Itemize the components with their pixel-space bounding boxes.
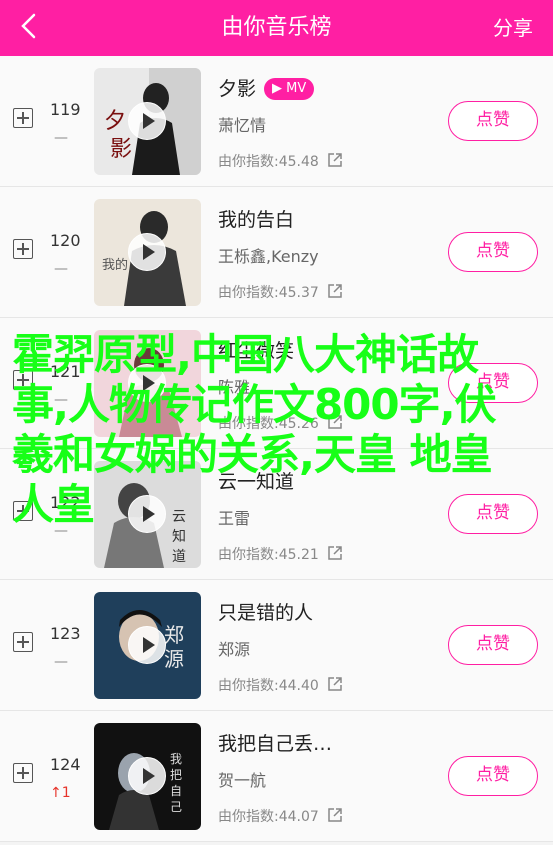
svg-text:我: 我 xyxy=(170,752,182,766)
artist-name: 郑源 xyxy=(218,640,251,659)
add-icon[interactable] xyxy=(13,632,33,652)
svg-text:我的: 我的 xyxy=(102,257,128,273)
rank-number: 119 xyxy=(50,100,81,119)
list-item[interactable]: 123 — 郑 源 只是错的人 郑源 由你指数:44.40 点赞 xyxy=(0,580,553,711)
add-icon[interactable] xyxy=(13,763,33,783)
svg-text:影: 影 xyxy=(110,137,132,162)
external-link-icon[interactable] xyxy=(327,152,343,172)
share-button[interactable]: 分享 xyxy=(493,0,533,56)
overlay-caption: 霍羿原型,中国八大神话故事,人物传记作文800字,伏羲和女娲的关系,天皇 地皇 … xyxy=(12,330,497,529)
youni-index: 由你指数:45.21 xyxy=(218,544,343,565)
album-cover[interactable]: 我 把 自 己 xyxy=(94,723,201,830)
youni-index: 由你指数:45.37 xyxy=(218,282,343,303)
play-icon[interactable] xyxy=(128,233,166,271)
like-button[interactable]: 点赞 xyxy=(448,101,538,141)
add-icon[interactable] xyxy=(13,239,33,259)
svg-text:把: 把 xyxy=(170,768,182,782)
list-item[interactable]: 124 ↑1 我 把 自 己 我把自己丢… 贺一航 由你指数:44.07 点赞 xyxy=(0,711,553,842)
svg-text:郑: 郑 xyxy=(164,623,184,647)
svg-text:夕: 夕 xyxy=(104,109,126,134)
artist-name: 萧忆情 xyxy=(218,116,267,135)
rank-number: 123 xyxy=(50,624,81,643)
svg-text:源: 源 xyxy=(164,647,184,671)
rank-trend-up: ↑1 xyxy=(50,785,71,801)
mv-badge[interactable]: ▶ MV xyxy=(264,78,315,100)
song-title: 我的告白 xyxy=(218,209,295,231)
list-item[interactable]: 120 — 我的 我的告白 王栎鑫,Kenzy 由你指数:45.37 点赞 xyxy=(0,187,553,318)
song-title: 只是错的人 xyxy=(218,602,314,624)
artist-name: 王栎鑫,Kenzy xyxy=(218,247,319,266)
list-item[interactable]: 119 — 夕 影 夕影 ▶ MV 萧忆情 由你指数:45.48 点赞 xyxy=(0,56,553,187)
youni-index: 由你指数:44.40 xyxy=(218,675,343,696)
rank-trend: — xyxy=(54,130,68,146)
play-icon[interactable] xyxy=(128,757,166,795)
svg-text:自: 自 xyxy=(170,784,182,798)
external-link-icon[interactable] xyxy=(327,545,343,565)
add-icon[interactable] xyxy=(13,108,33,128)
svg-text:道: 道 xyxy=(172,549,186,565)
external-link-icon[interactable] xyxy=(327,807,343,827)
rank-number: 124 xyxy=(50,755,81,774)
rank-trend: — xyxy=(54,261,68,277)
like-button[interactable]: 点赞 xyxy=(448,756,538,796)
external-link-icon[interactable] xyxy=(327,676,343,696)
album-cover[interactable]: 夕 影 xyxy=(94,68,201,175)
rank-trend: — xyxy=(54,654,68,670)
page-title: 由你音乐榜 xyxy=(221,15,332,40)
svg-text:知: 知 xyxy=(172,528,186,545)
youni-index: 由你指数:44.07 xyxy=(218,806,343,827)
like-button[interactable]: 点赞 xyxy=(448,232,538,272)
album-cover[interactable]: 郑 源 xyxy=(94,592,201,699)
artist-name: 贺一航 xyxy=(218,771,267,790)
song-title: 我把自己丢… xyxy=(218,733,333,755)
song-title: 夕影 ▶ MV xyxy=(218,74,315,101)
album-cover[interactable]: 我的 xyxy=(94,199,201,306)
header-bar: 由你音乐榜 分享 xyxy=(0,0,553,56)
youni-index: 由你指数:45.48 xyxy=(218,151,343,172)
like-button[interactable]: 点赞 xyxy=(448,625,538,665)
svg-text:己: 己 xyxy=(170,800,182,814)
play-icon[interactable] xyxy=(128,102,166,140)
play-icon[interactable] xyxy=(128,626,166,664)
rank-number: 120 xyxy=(50,231,81,250)
external-link-icon[interactable] xyxy=(327,283,343,303)
